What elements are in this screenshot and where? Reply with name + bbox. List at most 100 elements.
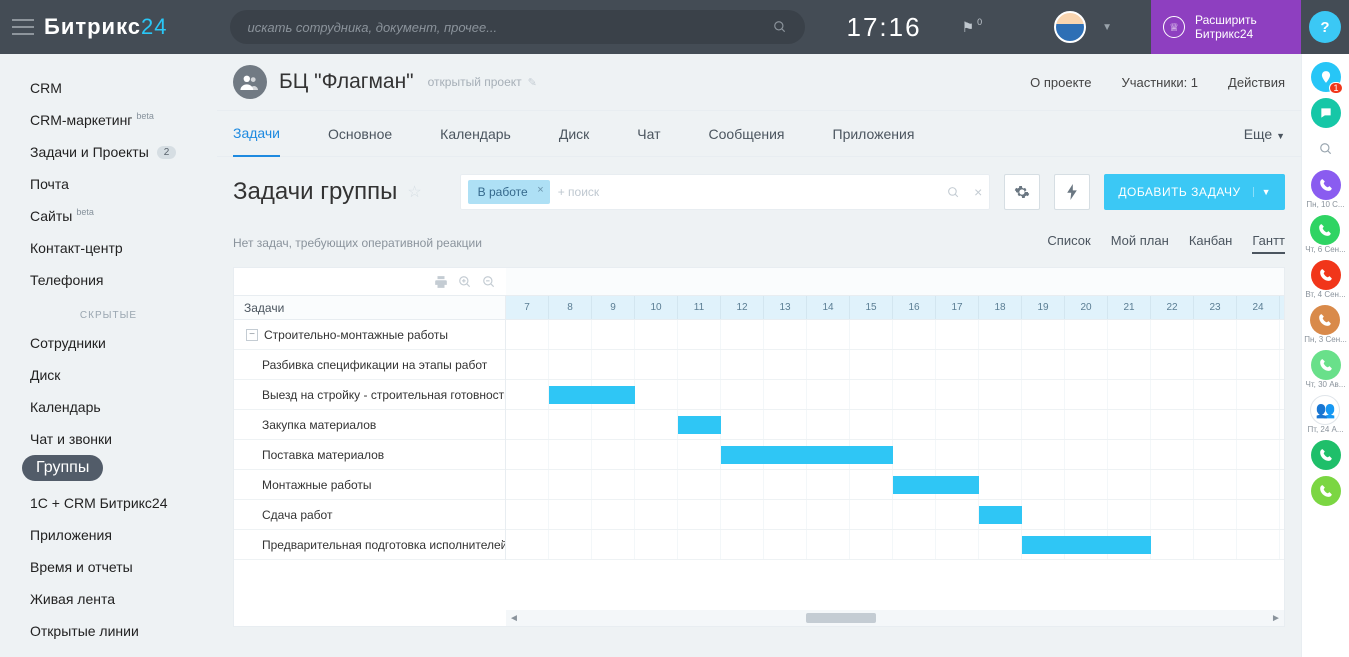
gantt-timeline-row[interactable] — [506, 410, 1284, 440]
collapse-icon[interactable]: − — [246, 329, 258, 341]
gantt-timeline-row[interactable] — [506, 440, 1284, 470]
settings-button[interactable] — [1004, 174, 1040, 210]
nav-item[interactable]: Чат и звонки — [0, 423, 217, 455]
search-icon[interactable] — [773, 20, 787, 34]
rail-item[interactable]: Вт, 4 Сен... — [1305, 260, 1345, 299]
automation-button[interactable] — [1054, 174, 1090, 210]
page-title: Задачи группы — [233, 178, 397, 206]
tab[interactable]: Сообщения — [709, 110, 785, 157]
gantt-bar[interactable] — [721, 446, 893, 464]
gantt-toolbar — [234, 268, 506, 296]
gantt-bar[interactable] — [549, 386, 635, 404]
logo[interactable]: Битрикс24 — [44, 14, 168, 40]
menu-toggle[interactable] — [12, 19, 34, 35]
gantt-bar[interactable] — [979, 506, 1022, 524]
gantt-timeline-row[interactable] — [506, 470, 1284, 500]
nav-item[interactable]: 1С + CRM Битрикс24 — [0, 487, 217, 519]
nav-item[interactable]: CRM — [0, 72, 217, 104]
gantt-timeline-row[interactable] — [506, 380, 1284, 410]
filter-input[interactable] — [558, 185, 939, 199]
gantt-timeline-row[interactable] — [506, 350, 1284, 380]
nav-item[interactable]: Сотрудники — [0, 327, 217, 359]
gantt-timeline-row[interactable] — [506, 320, 1284, 350]
nav-item[interactable]: Задачи и Проекты2 — [0, 136, 217, 168]
gantt-task-row[interactable]: Предварительная подготовка исполнителей — [234, 530, 505, 560]
print-icon[interactable] — [434, 275, 448, 289]
star-icon[interactable]: ☆ — [407, 182, 421, 202]
scroll-left-icon[interactable]: ◄ — [506, 613, 522, 624]
nav-item[interactable]: Время и отчеты — [0, 551, 217, 583]
view-option[interactable]: Гантт — [1252, 233, 1285, 254]
rail-item[interactable] — [1311, 98, 1341, 128]
filter-chip[interactable]: В работе× — [468, 180, 550, 204]
rail-item[interactable] — [1311, 440, 1341, 470]
gantt-task-row[interactable]: Поставка материалов — [234, 440, 505, 470]
clear-icon[interactable]: × — [974, 184, 982, 200]
zoom-out-icon[interactable] — [482, 275, 496, 289]
rail-item[interactable]: Чт, 30 Ав... — [1306, 350, 1346, 389]
tab[interactable]: Чат — [637, 110, 660, 157]
gantt-task-row[interactable]: Монтажные работы — [234, 470, 505, 500]
global-search[interactable] — [230, 10, 805, 44]
view-option[interactable]: Канбан — [1189, 233, 1233, 254]
gantt-bar[interactable] — [1022, 536, 1151, 554]
gantt-bar[interactable] — [893, 476, 979, 494]
scroll-thumb[interactable] — [806, 613, 876, 623]
gantt-task-row[interactable]: Сдача работ — [234, 500, 505, 530]
rail-item[interactable]: Пн, 3 Сен... — [1304, 305, 1347, 344]
actions-link[interactable]: Действия — [1228, 75, 1285, 90]
rail-item[interactable]: Пн, 10 С... — [1306, 170, 1344, 209]
gantt-timeline[interactable]: 789101112131415161718192021222324 — [506, 268, 1284, 626]
nav-item[interactable]: Приложения — [0, 519, 217, 551]
nav-item-active[interactable]: Группы — [22, 455, 103, 481]
rail-item[interactable]: 👥Пт, 24 А... — [1307, 395, 1343, 434]
gantt-timeline-row[interactable] — [506, 500, 1284, 530]
nav-item[interactable]: CRM-маркетингbeta — [0, 104, 217, 136]
gantt-task-row[interactable]: −Строительно-монтажные работы — [234, 320, 505, 350]
gantt-day: 23 — [1194, 296, 1237, 319]
search-icon[interactable] — [947, 186, 960, 199]
scroll-right-icon[interactable]: ► — [1268, 613, 1284, 624]
nav-item[interactable]: Сайтыbeta — [0, 200, 217, 232]
view-option[interactable]: Мой план — [1111, 233, 1169, 254]
edit-icon[interactable]: ✎ — [528, 76, 537, 89]
tab[interactable]: Приложения — [833, 110, 915, 157]
tab[interactable]: Диск — [559, 110, 589, 157]
rail-item[interactable] — [1311, 476, 1341, 506]
extend-button[interactable]: ♕ РасширитьБитрикс24 — [1151, 0, 1301, 54]
search-input[interactable] — [248, 20, 773, 35]
filter-box[interactable]: В работе× × — [460, 174, 991, 210]
notifications-flag[interactable]: ⚑0 — [962, 19, 975, 36]
nav-item[interactable]: Телефония — [0, 264, 217, 296]
chip-remove-icon[interactable]: × — [537, 184, 543, 196]
gantt-task-row[interactable]: Выезд на стройку - строительная готовнос… — [234, 380, 505, 410]
tab[interactable]: Календарь — [440, 110, 511, 157]
gantt-task-row[interactable]: Разбивка спецификации на этапы работ — [234, 350, 505, 380]
tab[interactable]: Задачи — [233, 110, 280, 157]
user-menu[interactable]: ▼ — [1054, 11, 1112, 43]
chevron-down-icon[interactable]: ▼ — [1253, 187, 1271, 197]
tab-more[interactable]: Еще ▼ — [1244, 126, 1285, 142]
gantt-task-row[interactable]: Закупка материалов — [234, 410, 505, 440]
gantt-scrollbar[interactable]: ◄ ► — [506, 610, 1284, 626]
tab[interactable]: Основное — [328, 110, 392, 157]
nav-item[interactable]: Календарь — [0, 391, 217, 423]
nav-item[interactable]: Почта — [0, 168, 217, 200]
add-task-button[interactable]: ДОБАВИТЬ ЗАДАЧУ▼ — [1104, 174, 1285, 210]
nav-section-label: СКРЫТЫЕ — [0, 296, 217, 327]
rail-item[interactable]: Чт, 6 Сен... — [1305, 215, 1346, 254]
view-option[interactable]: Список — [1047, 233, 1090, 254]
rail-item[interactable] — [1311, 134, 1341, 164]
gantt-timeline-row[interactable] — [506, 530, 1284, 560]
nav-item[interactable]: Живая лента — [0, 583, 217, 615]
tabs: Задачи Основное Календарь Диск Чат Сообщения П… — [217, 110, 1301, 157]
nav-item[interactable]: Открытые линии — [0, 615, 217, 647]
members-link[interactable]: Участники: 1 — [1121, 75, 1198, 90]
nav-item[interactable]: Диск — [0, 359, 217, 391]
nav-item[interactable]: Контакт-центр — [0, 232, 217, 264]
rail-item[interactable]: 1 — [1311, 62, 1341, 92]
zoom-in-icon[interactable] — [458, 275, 472, 289]
gantt-bar[interactable] — [678, 416, 721, 434]
help-button[interactable]: ? — [1309, 11, 1341, 43]
about-link[interactable]: О проекте — [1030, 75, 1091, 90]
